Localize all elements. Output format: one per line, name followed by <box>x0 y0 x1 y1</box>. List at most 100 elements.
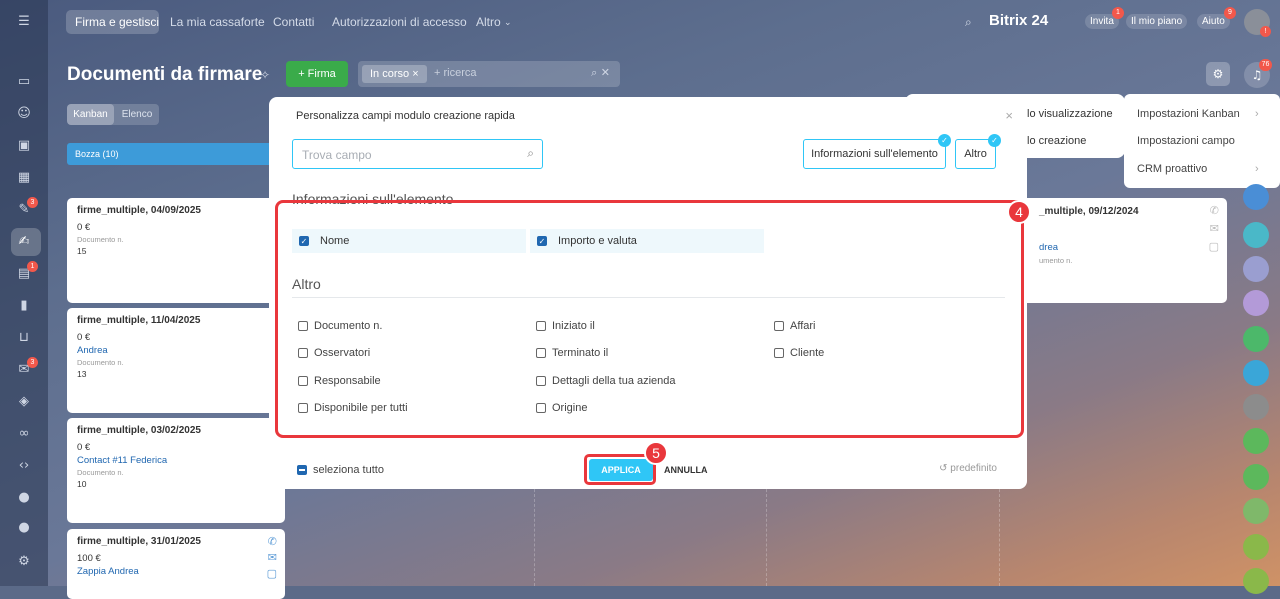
search-icon: ⌕ <box>527 146 534 160</box>
card-title: firme_multiple, 31/01/2025 <box>77 536 201 547</box>
cart-icon[interactable]: ⊔ <box>14 328 34 348</box>
filter-search[interactable]: In corso × + ricerca ⌕ ✕ <box>358 61 620 87</box>
avatar[interactable] <box>1243 256 1269 282</box>
card-contact[interactable]: Andrea <box>77 345 275 356</box>
people-icon[interactable]: ☺ <box>14 104 34 124</box>
nav-altro[interactable]: Altro <box>476 15 501 29</box>
gear-icon[interactable]: ⚙ <box>1206 62 1230 86</box>
segment-other-button[interactable]: Altro ✓ <box>955 134 1001 169</box>
close-icon[interactable]: × <box>1005 108 1013 123</box>
submenu-crm[interactable]: CRM proattivo › <box>1137 163 1259 175</box>
nav-autorizzazioni[interactable]: Autorizzazioni di accesso <box>332 15 467 29</box>
card-title: _multiple, 09/12/2024 <box>1039 206 1139 217</box>
avatar-badge: ! <box>1260 26 1271 37</box>
nav-contatti[interactable]: Contatti <box>273 15 314 29</box>
code-icon[interactable]: ‹› <box>14 456 34 476</box>
menu-item-creation[interactable]: lo creazione <box>1027 135 1086 147</box>
phone-icon[interactable]: ✆ <box>1210 204 1219 217</box>
chevron-right-icon: › <box>1255 163 1259 175</box>
avatar[interactable] <box>1243 360 1269 386</box>
settings-submenu: Impostazioni Kanban › Impostazioni campo … <box>1124 94 1280 188</box>
view-kanban-tab[interactable]: Kanban <box>67 104 114 125</box>
page-title: Documenti da firmare <box>67 64 263 85</box>
card-doc-label: Documento n. <box>77 468 124 477</box>
nav-firma-e-gestisci[interactable]: Firma e gestisci <box>75 15 159 29</box>
filter-placeholder: + ricerca <box>434 67 477 79</box>
select-all-checkbox[interactable]: seleziona tutto <box>297 464 384 476</box>
invite-badge: 1 <box>1112 7 1124 19</box>
add-firma-button[interactable]: + Firma <box>286 61 348 87</box>
chat-icon[interactable]: ▢ <box>267 567 277 580</box>
avatar[interactable] <box>1243 184 1269 210</box>
column-header[interactable]: Bozza (10) <box>67 143 287 165</box>
card-doc-number: 10 <box>77 479 87 489</box>
pin-icon[interactable]: ✧ <box>260 68 270 82</box>
avatar[interactable] <box>1243 394 1269 420</box>
kanban-card[interactable]: firme_multiple, 11/04/2025 0 € Andrea Do… <box>67 308 285 413</box>
presentation-icon[interactable]: ▣ <box>14 136 34 156</box>
menu-item-view[interactable]: lo visualizzazione <box>1027 108 1113 120</box>
filter-search-icon[interactable]: ⌕ ✕ <box>591 66 610 80</box>
avatar[interactable] <box>1243 464 1269 490</box>
avatar[interactable] <box>1243 428 1269 454</box>
submenu-kanban[interactable]: Impostazioni Kanban › <box>1137 108 1259 120</box>
hamburger-icon[interactable]: ☰ <box>14 12 34 32</box>
kanban-card[interactable]: firme_multiple, 04/09/2025 0 € Documento… <box>67 198 285 303</box>
avatar[interactable] <box>1243 568 1269 594</box>
top-navigation: Firma e gestisci La mia cassaforte Conta… <box>48 0 1280 44</box>
indeterminate-icon <box>297 465 307 475</box>
segment-info-button[interactable]: Informazioni sull'elemento ✓ <box>803 134 951 169</box>
search-field[interactable]: Trova campo ⌕ <box>292 139 543 169</box>
check-icon: ✓ <box>988 134 1001 147</box>
automation-icon[interactable]: ∞ <box>14 424 34 444</box>
feed-badge: 1 <box>27 261 38 272</box>
avatar[interactable] <box>1243 222 1269 248</box>
avatar[interactable] <box>1243 290 1269 316</box>
settings-icon[interactable]: ⚙ <box>14 552 34 572</box>
calendar-icon[interactable]: ▦ <box>14 168 34 188</box>
card-contact[interactable]: drea <box>1039 242 1058 253</box>
chevron-down-icon: ⌄ <box>504 17 512 27</box>
chat-icon[interactable]: ▢ <box>1209 240 1219 253</box>
segment-other-label: Altro <box>964 148 987 160</box>
rs-icon[interactable]: ● <box>14 518 34 538</box>
card-doc-number: 13 <box>77 369 87 379</box>
kanban-card[interactable]: firme_multiple, 31/01/2025 100 € Zappia … <box>67 529 285 599</box>
sign-icon[interactable]: ✍ <box>14 232 34 252</box>
column-name: Bozza <box>75 149 101 159</box>
step-4-marker: 4 <box>1007 200 1031 224</box>
reset-icon: ↺ <box>939 463 948 474</box>
submenu-field[interactable]: Impostazioni campo <box>1137 135 1235 147</box>
si-icon[interactable]: ● <box>14 488 34 508</box>
analytics-icon[interactable]: ▮ <box>14 296 34 316</box>
mail-icon[interactable]: ✉ <box>268 551 277 564</box>
search-icon[interactable]: ⌕ <box>965 15 972 30</box>
card-amount: 0 € <box>77 332 91 343</box>
view-switcher: Kanban Elenco <box>67 104 159 125</box>
highlight-box-fields <box>275 200 1024 438</box>
card-amount: 0 € <box>77 442 91 453</box>
card-doc-label: umento n. <box>1039 256 1073 265</box>
segment-info-label: Informazioni sull'elemento <box>811 148 938 160</box>
view-list-tab[interactable]: Elenco <box>117 104 157 125</box>
plan-button[interactable]: Il mio piano <box>1126 14 1188 29</box>
card-title: firme_multiple, 11/04/2025 <box>77 315 201 326</box>
card-title: firme_multiple, 04/09/2025 <box>77 205 201 216</box>
card-doc-label: Documento n. <box>77 358 124 367</box>
avatar[interactable] <box>1243 326 1269 352</box>
card-contact[interactable]: Contact #11 Federica <box>77 455 275 466</box>
mail-icon[interactable]: ✉ <box>1210 222 1219 235</box>
phone-icon[interactable]: ✆ <box>268 535 277 548</box>
kanban-card-right[interactable]: _multiple, 09/12/2024 drea umento n. ✆ ✉… <box>1003 198 1227 303</box>
kanban-card[interactable]: firme_multiple, 03/02/2025 0 € Contact #… <box>67 418 285 523</box>
nav-cassaforte[interactable]: La mia cassaforte <box>170 15 265 29</box>
drive-icon[interactable]: ▭ <box>14 72 34 92</box>
card-contact[interactable]: Zappia Andrea <box>77 566 275 577</box>
default-button[interactable]: ↺ predefinito <box>939 463 997 474</box>
filter-chip[interactable]: In corso × <box>362 65 427 83</box>
avatar[interactable] <box>1243 498 1269 524</box>
cube-icon[interactable]: ◈ <box>14 392 34 412</box>
cancel-button[interactable]: ANNULLA <box>664 465 708 475</box>
avatar[interactable] <box>1243 534 1269 560</box>
submenu-kanban-label: Impostazioni Kanban <box>1137 108 1240 120</box>
